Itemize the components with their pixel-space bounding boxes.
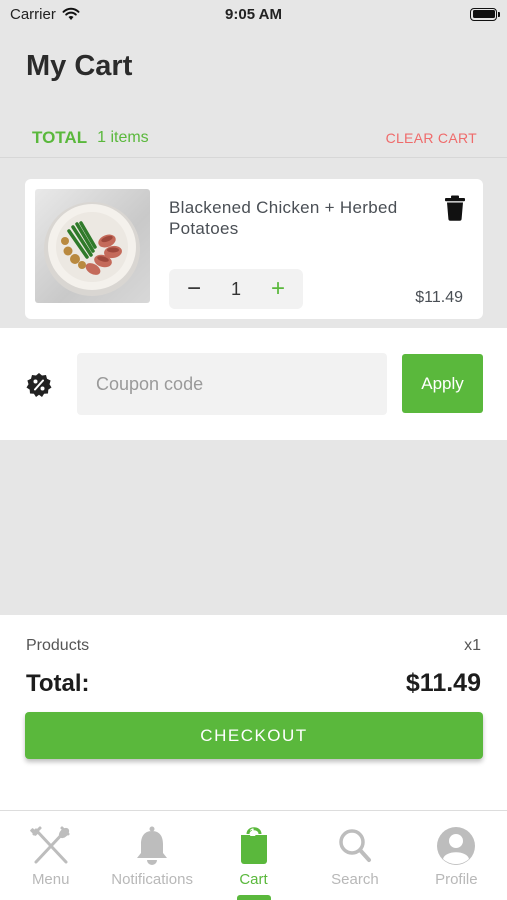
items-count: 1 items [97, 128, 149, 146]
decrease-quantity-button[interactable]: − [183, 277, 205, 301]
tab-label-cart: Cart [239, 871, 268, 888]
products-label: Products [26, 637, 90, 654]
quantity-stepper: − 1 + [169, 269, 303, 309]
wifi-icon [62, 7, 80, 20]
search-icon [339, 829, 371, 862]
clear-cart-button[interactable]: CLEAR CART [386, 130, 477, 146]
item-price: $11.49 [415, 289, 463, 306]
tab-label-profile: Profile [435, 871, 478, 888]
apply-coupon-button[interactable]: Apply [402, 354, 483, 413]
tab-label-notifications: Notifications [111, 871, 193, 888]
cart-item-card: Blackened Chicken + Herbed Potatoes − 1 … [25, 179, 483, 319]
tab-notifications[interactable]: Notifications [101, 811, 202, 900]
carrier-label: Carrier [10, 5, 56, 23]
bell-icon [137, 826, 168, 865]
active-tab-indicator [236, 895, 271, 900]
status-left: Carrier [10, 6, 80, 23]
tab-menu[interactable]: Menu [0, 811, 101, 900]
status-bar: Carrier 9:05 AM [0, 0, 507, 28]
page-title: My Cart [26, 50, 133, 82]
cart-badge: 1 [249, 827, 256, 839]
products-count: x1 [464, 637, 481, 654]
tab-profile[interactable]: Profile [406, 811, 507, 900]
total-label: TOTAL [32, 127, 88, 147]
utensils-icon [29, 826, 70, 864]
cart-total-row: TOTAL 1 items CLEAR CART [0, 118, 507, 158]
quantity-value: 1 [230, 278, 241, 299]
coupon-section: Apply [0, 328, 507, 440]
total-amount: $11.49 [405, 669, 481, 697]
battery-icon [470, 7, 500, 21]
tab-cart[interactable]: 1 Cart [203, 811, 304, 900]
profile-icon [437, 827, 476, 865]
shopping-bag-icon: 1 [233, 825, 275, 867]
item-name: Blackened Chicken + Herbed Potatoes [169, 198, 398, 238]
tab-label-menu: Menu [31, 871, 70, 888]
tab-bar: Menu Notifications 1 Cart Search Profile [0, 810, 507, 900]
food-image [35, 189, 150, 303]
total-label: Total: [26, 670, 90, 697]
order-summary: Products x1 Total: $11.49 CHECKOUT [0, 615, 507, 810]
tab-label-search: Search [331, 871, 379, 888]
checkout-button[interactable]: CHECKOUT [25, 712, 483, 759]
discount-badge-icon [26, 373, 52, 397]
increase-quantity-button[interactable]: + [267, 277, 289, 301]
coupon-code-input[interactable] [77, 353, 387, 415]
tab-search[interactable]: Search [304, 811, 405, 900]
trash-icon[interactable] [443, 195, 467, 221]
